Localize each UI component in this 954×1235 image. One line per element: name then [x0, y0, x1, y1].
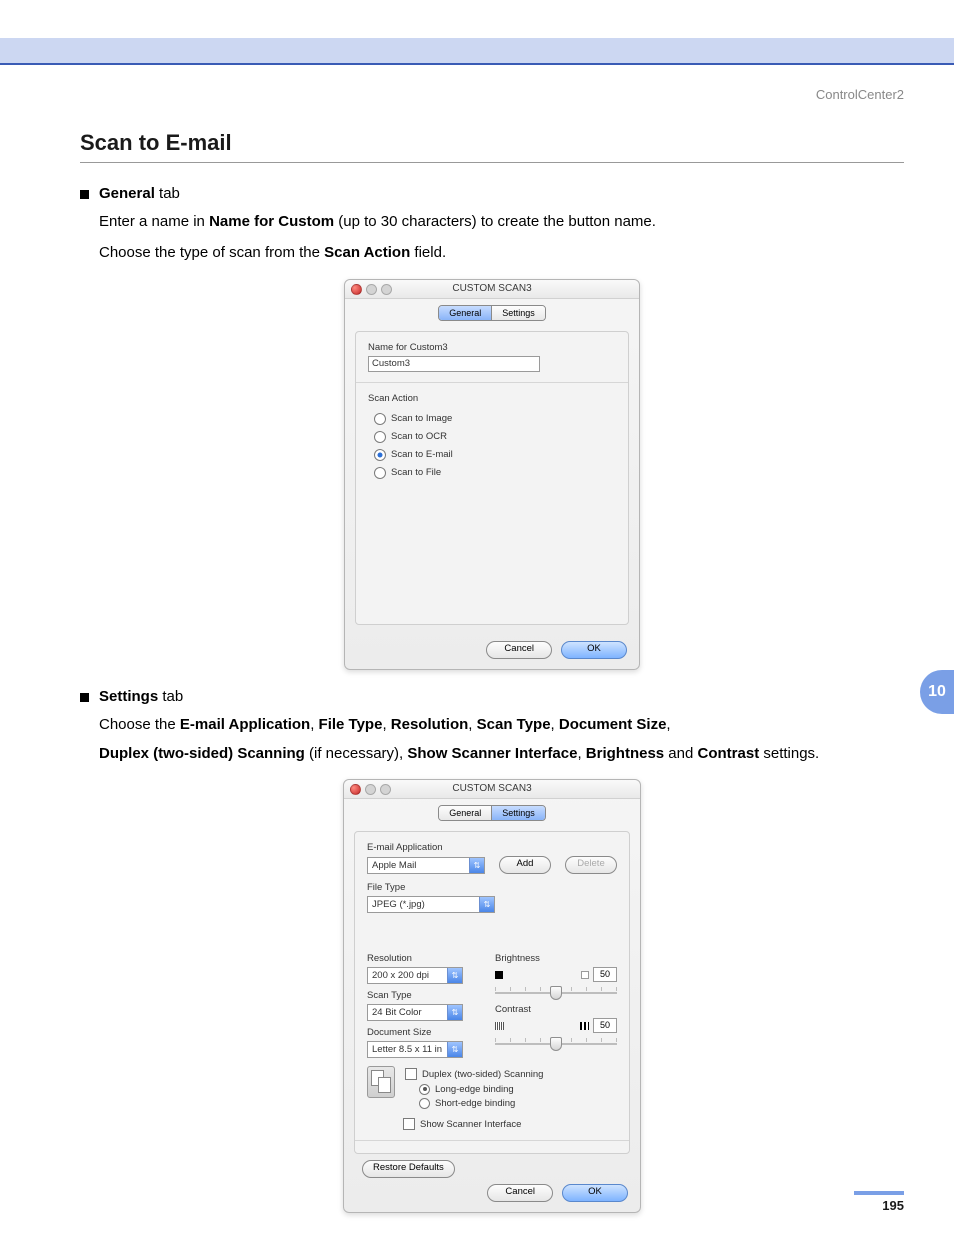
contrast-value[interactable]: 50 — [593, 1018, 617, 1033]
radio-long-edge[interactable]: Long-edge binding — [419, 1082, 543, 1096]
dialog-settings: CUSTOM SCAN3 General Settings E-mail App… — [343, 779, 641, 1213]
bullet-settings: Settings tab — [80, 688, 904, 705]
brightness-value[interactable]: 50 — [593, 967, 617, 982]
cancel-button[interactable]: Cancel — [487, 1184, 553, 1202]
scan-action-label: Scan Action — [368, 393, 616, 404]
close-icon[interactable] — [351, 284, 362, 295]
close-icon[interactable] — [350, 784, 361, 795]
bullet-settings-text: Settings tab — [99, 688, 183, 705]
minimize-icon[interactable] — [366, 284, 377, 295]
bullet-general: General tab — [80, 185, 904, 202]
chevron-updown-icon: ⇅ — [447, 1042, 462, 1057]
chevron-updown-icon: ⇅ — [447, 968, 462, 983]
ok-button[interactable]: OK — [562, 1184, 628, 1202]
resolution-label: Resolution — [367, 953, 483, 964]
name-for-custom-input[interactable]: Custom3 — [368, 356, 540, 372]
top-border — [0, 63, 954, 65]
chevron-updown-icon: ⇅ — [479, 897, 494, 912]
ok-button[interactable]: OK — [561, 641, 627, 659]
contrast-high-icon — [580, 1022, 589, 1030]
duplex-icon — [367, 1066, 395, 1098]
contrast-slider[interactable] — [495, 1033, 617, 1049]
zoom-icon[interactable] — [380, 784, 391, 795]
brightness-slider[interactable] — [495, 982, 617, 998]
zoom-icon[interactable] — [381, 284, 392, 295]
page-title: Scan to E-mail — [80, 130, 904, 156]
add-button[interactable]: Add — [499, 856, 551, 874]
brightness-high-icon — [581, 971, 589, 979]
chapter-number: 10 — [928, 683, 946, 701]
dialog-title: CUSTOM SCAN3 — [452, 283, 531, 294]
chapter-side-tab: 10 — [920, 670, 954, 714]
chevron-updown-icon: ⇅ — [447, 1005, 462, 1020]
radio-scan-to-ocr[interactable]: Scan to OCR — [374, 428, 616, 446]
tab-segmented-control[interactable]: General Settings — [438, 305, 546, 321]
tab-segmented-control[interactable]: General Settings — [438, 805, 546, 821]
tab-general[interactable]: General — [439, 306, 491, 320]
settings-p2: Duplex (two-sided) Scanning (if necessar… — [99, 742, 904, 765]
dialog-general: CUSTOM SCAN3 General Settings Name for C… — [344, 279, 640, 670]
top-bar — [0, 38, 954, 63]
settings-p1: Choose the E-mail Application, File Type… — [99, 713, 904, 736]
dialog-titlebar: CUSTOM SCAN3 — [345, 280, 639, 299]
header-brand: ControlCenter2 — [816, 87, 904, 102]
scan-type-label: Scan Type — [367, 990, 483, 1001]
page-number-bar — [854, 1191, 904, 1195]
name-for-custom-label: Name for Custom3 — [368, 342, 616, 353]
general-p1: Enter a name in Name for Custom (up to 3… — [99, 210, 904, 233]
duplex-checkbox[interactable]: Duplex (two-sided) Scanning — [405, 1066, 543, 1082]
bullet-square-icon — [80, 693, 89, 702]
minimize-icon[interactable] — [365, 784, 376, 795]
email-app-label: E-mail Application — [367, 842, 617, 853]
chevron-updown-icon: ⇅ — [469, 858, 484, 873]
doc-size-select[interactable]: Letter 8.5 x 11 in⇅ — [367, 1041, 463, 1058]
dialog-titlebar: CUSTOM SCAN3 — [344, 780, 640, 799]
contrast-low-icon — [495, 1022, 504, 1030]
bullet-general-text: General tab — [99, 185, 180, 202]
email-app-select[interactable]: Apple Mail⇅ — [367, 857, 485, 874]
tab-general[interactable]: General — [439, 806, 491, 820]
file-type-select[interactable]: JPEG (*.jpg)⇅ — [367, 896, 495, 913]
restore-defaults-button[interactable]: Restore Defaults — [362, 1160, 455, 1178]
show-scanner-checkbox[interactable]: Show Scanner Interface — [403, 1116, 617, 1132]
radio-scan-to-image[interactable]: Scan to Image — [374, 410, 616, 428]
dialog-title: CUSTOM SCAN3 — [452, 783, 531, 794]
contrast-label: Contrast — [495, 1004, 617, 1015]
title-underline — [80, 162, 904, 163]
scan-type-select[interactable]: 24 Bit Color⇅ — [367, 1004, 463, 1021]
resolution-select[interactable]: 200 x 200 dpi⇅ — [367, 967, 463, 984]
radio-short-edge[interactable]: Short-edge binding — [419, 1096, 543, 1110]
bullet-square-icon — [80, 190, 89, 199]
file-type-label: File Type — [367, 882, 617, 893]
general-p2: Choose the type of scan from the Scan Ac… — [99, 241, 904, 264]
radio-scan-to-file[interactable]: Scan to File — [374, 464, 616, 482]
delete-button[interactable]: Delete — [565, 856, 617, 874]
brightness-low-icon — [495, 971, 503, 979]
doc-size-label: Document Size — [367, 1027, 483, 1038]
radio-scan-to-email[interactable]: Scan to E-mail — [374, 446, 616, 464]
cancel-button[interactable]: Cancel — [486, 641, 552, 659]
brightness-label: Brightness — [495, 953, 617, 964]
tab-settings[interactable]: Settings — [491, 306, 545, 320]
tab-settings[interactable]: Settings — [491, 806, 545, 820]
page-number: 195 — [882, 1198, 904, 1213]
